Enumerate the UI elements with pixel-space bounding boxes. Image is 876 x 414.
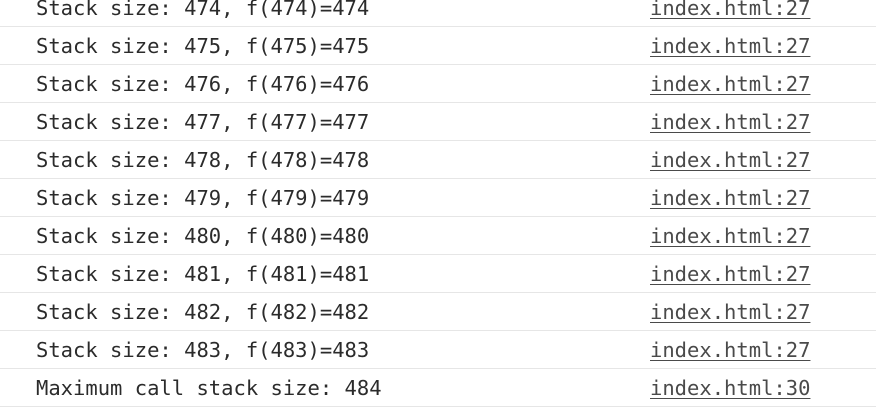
console-row: Stack size: 482, f(482)=482 index.html:2… <box>0 293 876 331</box>
console-message: Stack size: 482, f(482)=482 <box>36 300 370 324</box>
source-link[interactable]: index.html:27 <box>650 145 810 175</box>
source-link[interactable]: index.html:30 <box>650 373 810 403</box>
console-message: Stack size: 479, f(479)=479 <box>36 186 370 210</box>
source-link[interactable]: index.html:27 <box>650 0 810 23</box>
console-message: Stack size: 474, f(474)=474 <box>36 0 370 20</box>
console-row: Maximum call stack size: 484 index.html:… <box>0 369 876 407</box>
console-row: Stack size: 478, f(478)=478 index.html:2… <box>0 141 876 179</box>
source-link[interactable]: index.html:27 <box>650 259 810 289</box>
source-link[interactable]: index.html:27 <box>650 335 810 365</box>
console-message: Maximum call stack size: 484 <box>36 376 382 400</box>
console-row: Stack size: 479, f(479)=479 index.html:2… <box>0 179 876 217</box>
source-link[interactable]: index.html:27 <box>650 183 810 213</box>
console-row: Stack size: 483, f(483)=483 index.html:2… <box>0 331 876 369</box>
source-link[interactable]: index.html:27 <box>650 221 810 251</box>
console-row: Stack size: 477, f(477)=477 index.html:2… <box>0 103 876 141</box>
console-log: Stack size: 474, f(474)=474 index.html:2… <box>0 0 876 407</box>
console-row: Stack size: 475, f(475)=475 index.html:2… <box>0 27 876 65</box>
source-link[interactable]: index.html:27 <box>650 69 810 99</box>
console-message: Stack size: 481, f(481)=481 <box>36 262 370 286</box>
source-link[interactable]: index.html:27 <box>650 107 810 137</box>
console-message: Stack size: 480, f(480)=480 <box>36 224 370 248</box>
source-link[interactable]: index.html:27 <box>650 31 810 61</box>
console-row: Stack size: 480, f(480)=480 index.html:2… <box>0 217 876 255</box>
console-message: Stack size: 476, f(476)=476 <box>36 72 370 96</box>
console-message: Stack size: 478, f(478)=478 <box>36 148 370 172</box>
console-message: Stack size: 475, f(475)=475 <box>36 34 370 58</box>
console-row: Stack size: 474, f(474)=474 index.html:2… <box>0 0 876 27</box>
console-message: Stack size: 477, f(477)=477 <box>36 110 370 134</box>
console-row: Stack size: 476, f(476)=476 index.html:2… <box>0 65 876 103</box>
console-row: Stack size: 481, f(481)=481 index.html:2… <box>0 255 876 293</box>
console-message: Stack size: 483, f(483)=483 <box>36 338 370 362</box>
source-link[interactable]: index.html:27 <box>650 297 810 327</box>
